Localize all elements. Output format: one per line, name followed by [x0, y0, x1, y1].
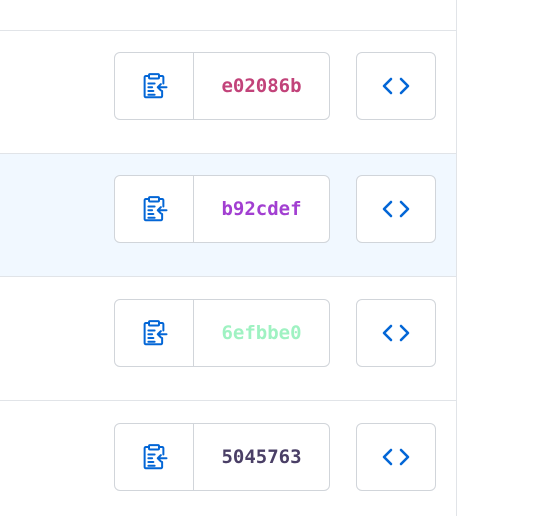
- clippy-icon: [139, 71, 169, 101]
- browse-repository-button[interactable]: [356, 299, 436, 367]
- commit-row: 5045763: [0, 402, 456, 516]
- code-icon: [381, 75, 411, 97]
- commit-row: 6efbbe0: [0, 278, 456, 401]
- browse-repository-button[interactable]: [356, 175, 436, 243]
- commit-sha-link[interactable]: 5045763: [194, 424, 329, 490]
- clippy-icon: [139, 442, 169, 472]
- clippy-icon: [139, 194, 169, 224]
- commit-row: b92cdef: [0, 154, 456, 277]
- browse-repository-button[interactable]: [356, 52, 436, 120]
- copy-sha-button[interactable]: [115, 300, 194, 366]
- commit-sha-link[interactable]: b92cdef: [194, 176, 329, 242]
- sha-button-group: b92cdef: [114, 175, 330, 243]
- code-icon: [381, 322, 411, 344]
- commit-sha-link[interactable]: 6efbbe0: [194, 300, 329, 366]
- copy-sha-button[interactable]: [115, 424, 194, 490]
- commit-row: e02086b: [0, 31, 456, 154]
- copy-sha-button[interactable]: [115, 176, 194, 242]
- commit-sha-link[interactable]: e02086b: [194, 53, 329, 119]
- sha-button-group: e02086b: [114, 52, 330, 120]
- sha-button-group: 5045763: [114, 423, 330, 491]
- clippy-icon: [139, 318, 169, 348]
- commit-list: e02086b b92cdef 6efbbe0 5045763: [0, 0, 457, 516]
- browse-repository-button[interactable]: [356, 423, 436, 491]
- sha-button-group: 6efbbe0: [114, 299, 330, 367]
- code-icon: [381, 198, 411, 220]
- copy-sha-button[interactable]: [115, 53, 194, 119]
- code-icon: [381, 446, 411, 468]
